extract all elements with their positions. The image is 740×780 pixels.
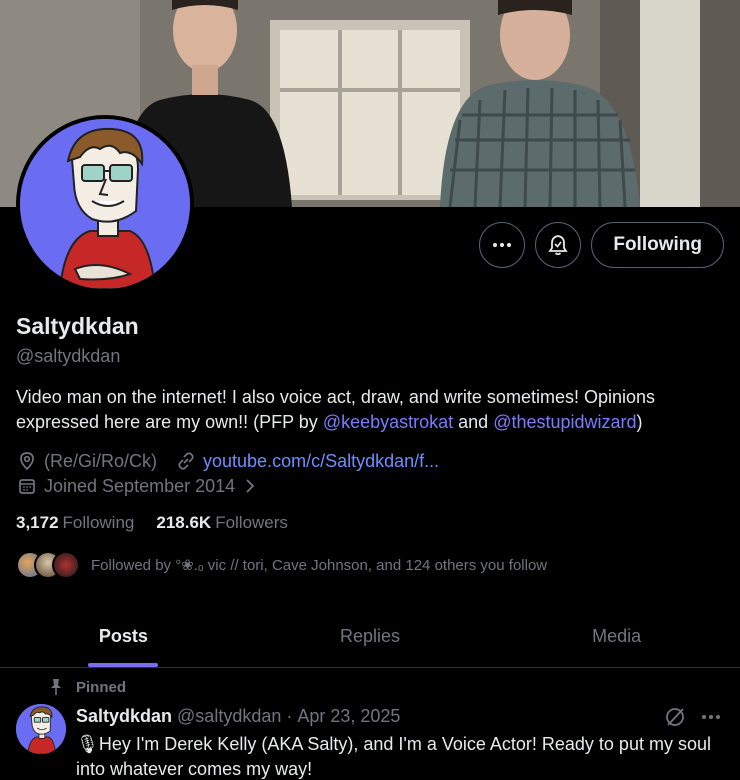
bell-icon (548, 235, 569, 256)
followers-label: Followers (215, 513, 288, 532)
tab-replies[interactable]: Replies (247, 605, 494, 667)
avatar (52, 551, 80, 579)
notifications-button[interactable] (535, 222, 582, 268)
followed-by-text: Followed by °❀.ₒ vic // tori, Cave Johns… (91, 557, 548, 574)
profile-handle: @saltydkdan (16, 346, 121, 366)
post-tools (664, 706, 722, 733)
tab-label: Media (592, 625, 642, 646)
follower-avatars (16, 551, 86, 579)
grok-icon[interactable] (664, 706, 686, 733)
mention-link[interactable]: @thestupidwizard (493, 412, 636, 432)
joined-date: Joined September 2014 (44, 475, 236, 496)
active-tab-indicator (88, 663, 159, 667)
pinned-indicator: Pinned (48, 678, 126, 696)
mention-link[interactable]: @keebyastrokat (323, 412, 453, 432)
profile-stats: 3,172 Following 218.6K Followers (16, 513, 310, 533)
more-options-button[interactable] (479, 222, 526, 268)
pin-icon (51, 679, 61, 695)
profile-name: Saltydkdan (16, 313, 139, 339)
bio-text: and (453, 412, 494, 432)
profile-joined: Joined September 2014 (16, 475, 267, 497)
profile-avatar[interactable] (16, 115, 194, 293)
post-date[interactable]: Apr 23, 2025 (297, 706, 400, 727)
tab-media[interactable]: Media (493, 605, 740, 667)
profile-tabs: Posts Replies Media (0, 605, 740, 668)
avatar-cartoon (20, 119, 190, 289)
followers-count: 218.6K (156, 513, 212, 532)
post-avatar[interactable] (16, 704, 66, 754)
separator: · (286, 706, 293, 726)
bio-text: ) (636, 412, 643, 432)
location-icon (16, 450, 38, 472)
avatar-cartoon (16, 704, 66, 754)
post-text: 🎙Hey I'm Derek Kelly (AKA Salty), and I'… (76, 734, 711, 779)
tab-label: Posts (98, 625, 148, 646)
following-count: 3,172 (16, 513, 59, 532)
profile-meta: (Re/Gi/Ro/Ck) youtube.com/c/Saltydkdan/f… (16, 450, 439, 472)
calendar-icon (16, 475, 38, 497)
pinned-label: Pinned (76, 678, 127, 696)
more-icon[interactable] (700, 706, 722, 733)
profile-location: (Re/Gi/Ro/Ck) (44, 450, 158, 471)
following-label: Following (62, 513, 135, 532)
following-count-link[interactable]: 3,172 Following (16, 513, 134, 533)
more-icon (493, 243, 512, 247)
profile-bio: Video man on the internet! I also voice … (16, 385, 726, 435)
followers-count-link[interactable]: 218.6K Followers (156, 513, 288, 533)
profile-actions: Following (479, 222, 724, 268)
website-link[interactable]: youtube.com/c/Saltydkdan/f... (203, 451, 439, 472)
following-button[interactable]: Following (591, 222, 724, 268)
chevron-right-icon[interactable] (239, 475, 261, 497)
tab-label: Replies (339, 625, 401, 646)
post-author[interactable]: Saltydkdan (76, 706, 172, 727)
tab-posts[interactable]: Posts (0, 605, 247, 667)
followed-by[interactable]: Followed by °❀.ₒ vic // tori, Cave Johns… (16, 551, 547, 579)
link-icon (175, 450, 197, 472)
post-header: Saltydkdan @saltydkdan · Apr 23, 2025 (76, 706, 400, 727)
post-handle[interactable]: @saltydkdan (177, 706, 281, 727)
